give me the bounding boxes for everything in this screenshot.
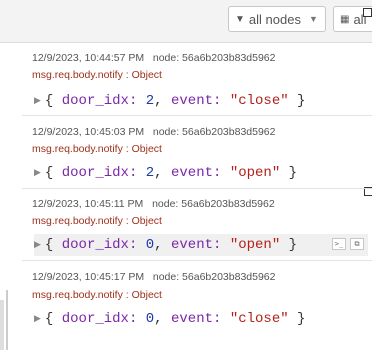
message-node-id[interactable]: node: 56a6b203b83d5962	[153, 52, 276, 64]
debug-message: 12/9/2023, 10:45:03 PM node: 56a6b203b83…	[22, 116, 372, 189]
event-value: "open"	[229, 237, 281, 253]
message-topic: msg.req.body.notify : Object	[32, 143, 162, 155]
filter-icon: ▼	[235, 13, 245, 25]
scrollbar-thumb[interactable]	[6, 290, 8, 350]
list-icon: ▦	[340, 13, 350, 25]
message-node-id[interactable]: node: 56a6b203b83d5962	[152, 198, 275, 210]
brace-open: {	[44, 311, 54, 327]
message-meta: 12/9/2023, 10:45:17 PM node: 56a6b203b83…	[32, 271, 276, 283]
comma: ,	[154, 237, 163, 253]
message-payload[interactable]: ▶ { door_idx: 0, event: "open" } >_ ⧉	[34, 234, 368, 256]
brace-close: }	[297, 93, 306, 109]
comma: ,	[154, 165, 163, 181]
debug-message: 12/9/2023, 10:45:11 PM node: 56a6b203b83…	[22, 189, 372, 261]
brace-open: {	[44, 93, 54, 109]
debug-message: 12/9/2023, 10:44:57 PM node: 56a6b203b83…	[22, 42, 372, 116]
door-idx-value: 2	[145, 165, 155, 181]
debug-toolbar: ▼ all nodes ▼ ▦ all ▼	[0, 0, 372, 43]
expand-triangle-icon[interactable]: ▶	[34, 168, 41, 178]
payload-key: event:	[170, 237, 222, 253]
message-node-id[interactable]: node: 56a6b203b83d5962	[153, 271, 276, 283]
message-timestamp: 12/9/2023, 10:44:57 PM	[32, 52, 145, 64]
expand-triangle-icon[interactable]: ▶	[34, 96, 41, 106]
comma: ,	[154, 311, 163, 327]
brace-close: }	[288, 237, 298, 253]
message-node-id[interactable]: node: 56a6b203b83d5962	[153, 126, 276, 138]
payload-key: door_idx:	[61, 93, 138, 109]
payload-tools: >_ ⧉	[332, 238, 364, 250]
chevron-down-icon: ▼	[308, 14, 318, 24]
door-idx-value: 2	[145, 93, 155, 109]
message-payload[interactable]: ▶ { door_idx: 2, event: "close" }	[34, 90, 368, 112]
brace-close: }	[297, 311, 306, 327]
message-topic: msg.req.body.notify : Object	[32, 215, 162, 227]
message-meta: 12/9/2023, 10:45:11 PM node: 56a6b203b83…	[32, 198, 275, 210]
copy-path-icon[interactable]: >_	[332, 238, 346, 250]
copy-value-icon[interactable]: ⧉	[350, 238, 364, 250]
brace-open: {	[44, 165, 54, 181]
brace-close: }	[288, 165, 298, 181]
message-payload[interactable]: ▶ { door_idx: 0, event: "close" }	[34, 308, 368, 330]
expand-triangle-icon[interactable]: ▶	[34, 240, 41, 250]
debug-message: 12/9/2023, 10:45:17 PM node: 56a6b203b83…	[22, 261, 372, 347]
payload-key: door_idx:	[61, 165, 138, 181]
payload-key: event:	[170, 165, 222, 181]
brace-open: {	[44, 237, 54, 253]
message-timestamp: 12/9/2023, 10:45:17 PM	[32, 271, 145, 283]
message-topic: msg.req.body.notify : Object	[32, 69, 162, 81]
door-idx-value: 0	[145, 237, 155, 253]
payload-key: event:	[170, 311, 222, 327]
message-payload[interactable]: ▶ { door_idx: 2, event: "open" }	[34, 162, 368, 184]
payload-key: door_idx:	[61, 237, 138, 253]
checkbox-icon[interactable]	[363, 8, 372, 17]
comma: ,	[154, 93, 163, 109]
node-filter-dropdown[interactable]: ▼ all nodes ▼	[228, 6, 326, 32]
event-value: "close"	[229, 311, 289, 327]
door-idx-value: 0	[145, 311, 155, 327]
message-timestamp: 12/9/2023, 10:45:11 PM	[32, 198, 144, 210]
payload-key: event:	[170, 93, 222, 109]
event-value: "open"	[229, 165, 281, 181]
message-meta: 12/9/2023, 10:45:03 PM node: 56a6b203b83…	[32, 126, 276, 138]
message-meta: 12/9/2023, 10:44:57 PM node: 56a6b203b83…	[32, 52, 276, 64]
node-filter-label: all nodes	[248, 11, 301, 27]
message-timestamp: 12/9/2023, 10:45:03 PM	[32, 126, 145, 138]
event-value: "close"	[229, 93, 289, 109]
payload-key: door_idx:	[61, 311, 138, 327]
expand-triangle-icon[interactable]: ▶	[34, 314, 41, 324]
scrollbar-track[interactable]	[0, 300, 4, 350]
message-topic: msg.req.body.notify : Object	[32, 289, 162, 301]
